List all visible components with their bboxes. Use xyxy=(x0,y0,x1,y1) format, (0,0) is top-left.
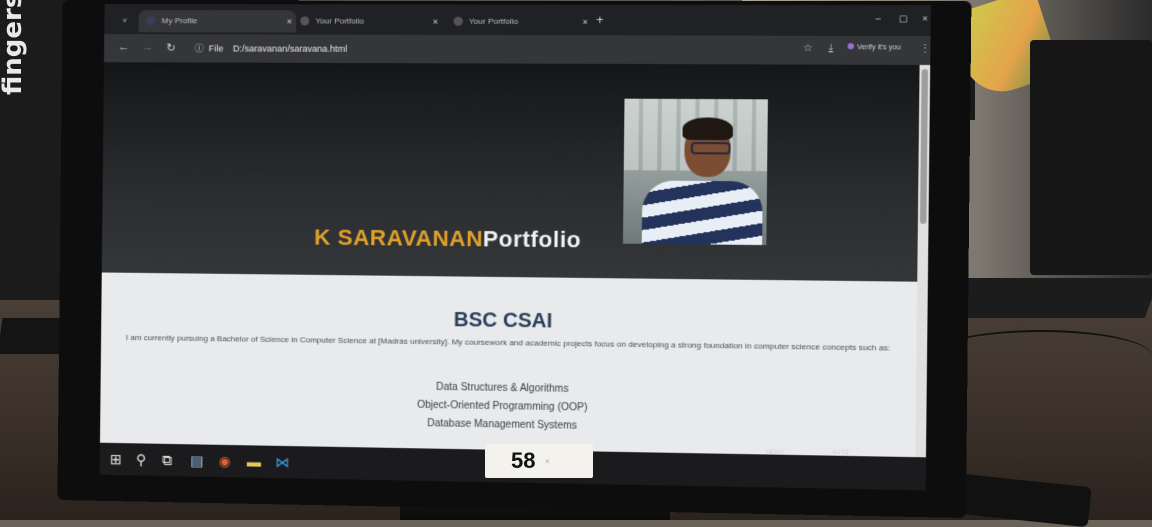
photo-shirt xyxy=(641,180,763,246)
forward-button[interactable]: → xyxy=(142,41,153,53)
close-tab-icon[interactable]: × xyxy=(433,11,439,33)
scroll-thumb[interactable] xyxy=(919,69,929,224)
language-indicator[interactable]: ENG xyxy=(799,441,815,448)
bookmark-star-icon[interactable]: ☆ xyxy=(803,43,813,54)
start-icon[interactable]: ⊞ xyxy=(110,451,122,468)
close-tab-icon[interactable]: × xyxy=(582,11,588,33)
close-window-button[interactable]: × xyxy=(922,13,928,23)
reload-button[interactable]: ↻ xyxy=(166,41,175,54)
tab-title: Your Portfolio xyxy=(468,16,519,26)
search-icon[interactable]: ⚲ xyxy=(136,451,146,468)
left-monitor-sticker: fingers xyxy=(0,0,28,95)
tab-your-portfolio-1[interactable]: Your Portfolio × xyxy=(300,10,438,33)
photo-hair xyxy=(682,117,734,141)
monitor-auto-button[interactable]: AUTO xyxy=(832,450,849,456)
profile-dot-icon xyxy=(847,43,855,50)
page-icon xyxy=(146,16,156,26)
minimize-button[interactable]: – xyxy=(875,13,880,23)
chrome-icon[interactable]: ◉ xyxy=(218,453,231,470)
maximize-button[interactable]: ▢ xyxy=(899,13,908,24)
address-url: D:/saravanan/saravana.html xyxy=(232,43,348,54)
clock-time[interactable]: 18:49 xyxy=(826,437,845,445)
tab-title: Your Portfolio xyxy=(315,16,365,26)
browser-toolbar: ← → ↻ ⓘ File D:/saravanan/saravana.html … xyxy=(103,34,931,65)
hero-banner: K SARAVANANPortfolio xyxy=(101,62,920,282)
tab-list-button[interactable]: ˅ xyxy=(122,10,127,32)
page-icon xyxy=(453,17,463,27)
menu-icon[interactable]: ⋮ xyxy=(920,43,931,54)
sticker-number: 58 xyxy=(511,448,536,473)
tab-your-portfolio-2[interactable]: Your Portfolio × xyxy=(453,11,588,34)
info-icon[interactable]: ⓘ xyxy=(194,38,204,58)
address-scheme: File xyxy=(208,43,224,54)
tab-title: My Profile xyxy=(161,16,198,26)
profile-label: Verify it's you xyxy=(857,44,901,52)
folder-icon[interactable]: ▬ xyxy=(247,453,261,469)
tab-bar: ˅ My Profile × Your Portfolio × Your Por… xyxy=(104,4,931,37)
page-icon xyxy=(300,16,310,26)
hero-name: K SARAVANAN xyxy=(314,224,484,252)
tab-my-profile[interactable]: My Profile × xyxy=(138,10,297,33)
back-button[interactable]: ← xyxy=(118,41,129,53)
monitor-screen: ˅ My Profile × Your Portfolio × Your Por… xyxy=(99,4,931,491)
profile-chip[interactable]: Verify it's you xyxy=(847,43,901,52)
hero-suffix: Portfolio xyxy=(482,225,582,253)
number-sticker: 58 ˟ xyxy=(485,444,593,478)
hero-title: K SARAVANANPortfolio xyxy=(314,224,581,253)
web-page: K SARAVANANPortfolio BSC CSAI I am curre… xyxy=(99,62,931,491)
sticker-mark: ˟ xyxy=(545,457,550,471)
weather-widget[interactable]: 28°C Partly sunny xyxy=(669,438,728,446)
close-tab-icon[interactable]: × xyxy=(287,10,293,32)
address-bar[interactable]: ⓘ File D:/saravanan/saravana.html xyxy=(186,38,764,61)
monitor-menu-button[interactable]: MENU xyxy=(766,450,784,456)
new-tab-button[interactable]: + xyxy=(596,13,603,27)
right-monitor xyxy=(1030,40,1152,275)
photo-glasses xyxy=(690,141,731,155)
download-icon[interactable]: ⤓ xyxy=(828,43,833,54)
task-view-icon[interactable]: ⧉ xyxy=(162,452,172,469)
monitor-bezel: ˅ My Profile × Your Portfolio × Your Por… xyxy=(57,0,972,518)
profile-photo xyxy=(622,98,768,246)
file-explorer-icon[interactable]: ▤ xyxy=(190,452,204,469)
vscode-icon[interactable]: ⋈ xyxy=(275,454,289,471)
